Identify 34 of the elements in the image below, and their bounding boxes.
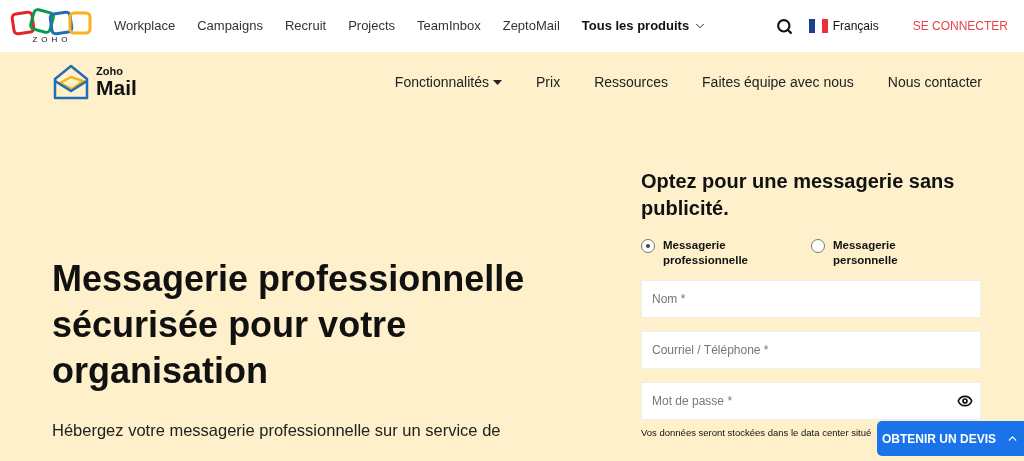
product-link[interactable]: Projects xyxy=(348,16,396,36)
zoho-logo[interactable]: ZOHO xyxy=(10,8,94,44)
input-field[interactable]: Courriel / Téléphone * xyxy=(641,331,981,369)
signup-title: Optez pour une messagerie sans publicité. xyxy=(641,169,956,221)
all-products-menu[interactable]: Tous les produits xyxy=(581,16,708,36)
caret-icon xyxy=(493,79,502,85)
product-link[interactable]: Recruit xyxy=(284,16,327,36)
logo-text: ZOHO xyxy=(32,36,72,44)
sign-in-link[interactable]: SE CONNECTER xyxy=(912,17,1008,35)
product-link[interactable]: ZeptoMail xyxy=(502,16,560,36)
language-selector[interactable]: Français xyxy=(832,17,879,35)
nav-link[interactable]: Nous contacter xyxy=(887,71,982,93)
logo-big-text: Mail xyxy=(96,77,137,98)
hero-description: Hébergez votre messagerie professionnelle sur un service de xyxy=(52,420,502,441)
product-link[interactable]: Workplace xyxy=(114,16,176,36)
input-field[interactable]: Nom * xyxy=(641,280,981,318)
zoho-logo-icon xyxy=(10,8,94,36)
quote-button[interactable]: OBTENIR UN DEVIS xyxy=(877,421,1024,456)
nav-link[interactable]: Prix xyxy=(536,71,561,93)
account-type-radio[interactable]: Messagerie professionnelle xyxy=(641,238,811,268)
nav-link[interactable]: Ressources xyxy=(594,71,669,93)
product-link[interactable]: Campaigns xyxy=(197,16,263,36)
nav-link[interactable]: Faites équipe avec nous xyxy=(702,71,854,93)
data-center-note: Vos données seront stockées dans le data center situé xyxy=(641,426,872,440)
input-field[interactable]: Mot de passe * xyxy=(641,382,981,420)
nav-link[interactable]: Fonctionnalités xyxy=(394,71,502,93)
eye-icon[interactable] xyxy=(957,393,973,409)
logo-small-text: Zoho xyxy=(96,66,124,77)
hero-title: Messagerie professionnelle sécurisée pour votre organisation xyxy=(52,257,526,393)
flag-icon xyxy=(808,19,828,33)
product-link[interactable]: TeamInbox xyxy=(417,16,481,36)
account-type-radio[interactable]: Messagerie personnelle xyxy=(811,238,981,268)
mail-logo-icon xyxy=(52,63,90,101)
search-icon[interactable] xyxy=(775,17,793,35)
